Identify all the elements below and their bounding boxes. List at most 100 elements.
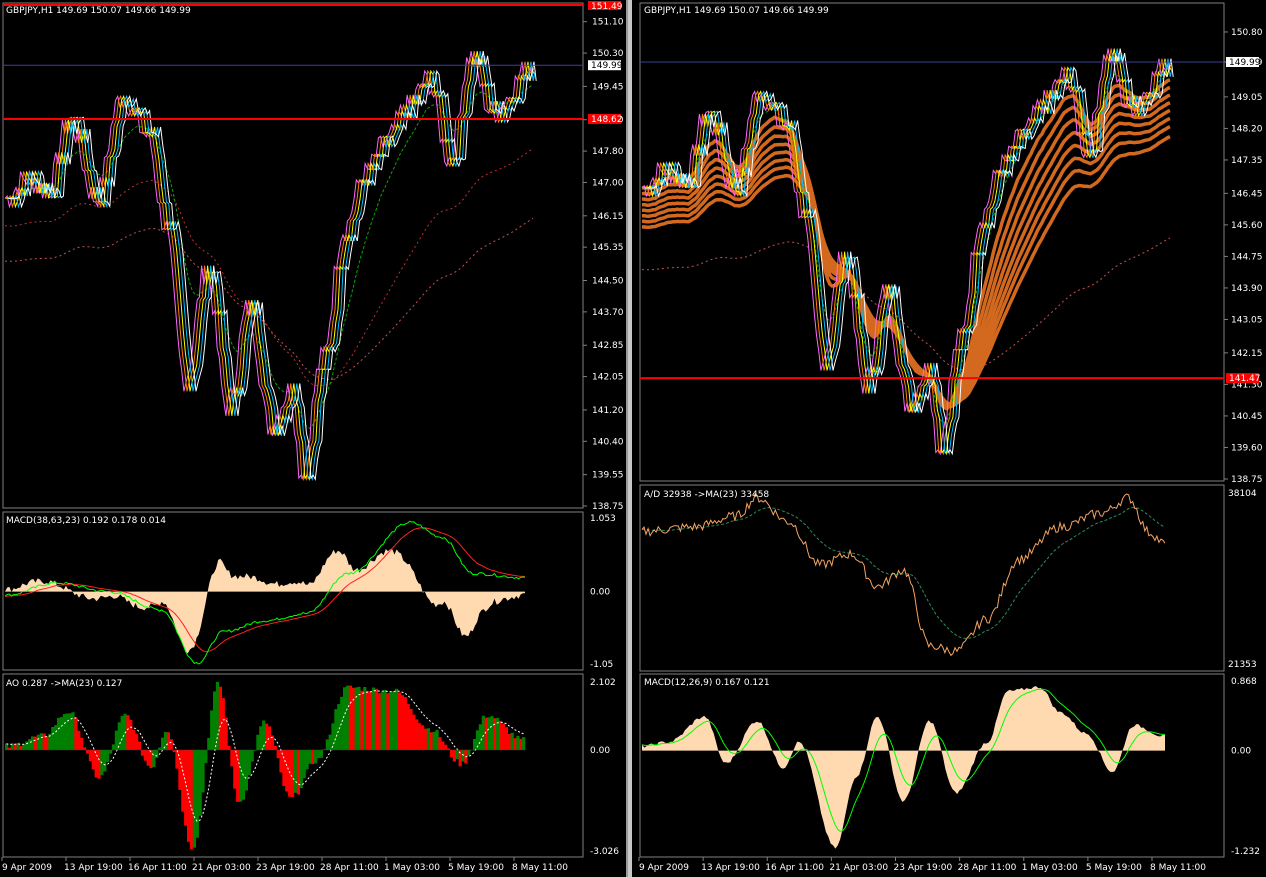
ao-bar (221, 698, 225, 750)
time-label: 16 Apr 11:00 (128, 863, 187, 873)
ao-bar (155, 750, 159, 758)
price-tick-label: 149.05 (1231, 93, 1263, 103)
ao-bar (308, 750, 312, 764)
right-ad-axis: 38104 21353 (1228, 489, 1257, 670)
time-label: 5 May 19:00 (1086, 863, 1142, 873)
ao-bar (120, 715, 124, 750)
right-macd-panel: MACD(12,26,9) 0.167 0.121 0.868 0.00 -1.23… (639, 673, 1260, 858)
ao-bar (143, 750, 147, 761)
ao-bar (317, 750, 321, 759)
time-label: 8 May 11:00 (1150, 863, 1206, 873)
right-macd-frame (639, 673, 1225, 858)
macd-tick-label: -1.05 (590, 660, 613, 670)
ao-bar (172, 750, 176, 752)
ao-bar (51, 727, 55, 750)
time-label: 1 May 03:00 (384, 863, 440, 873)
ad-tick-label: 38104 (1228, 489, 1257, 499)
ao-bar (461, 750, 465, 762)
ao-bar (412, 714, 416, 750)
time-label: 21 Apr 03:00 (829, 863, 888, 873)
ao-bar (438, 737, 442, 750)
price-tick-label: 150.30 (592, 49, 624, 59)
ao-bar (380, 692, 384, 750)
right-macd-plot (641, 686, 1166, 849)
ao-bar (181, 750, 185, 812)
ao-bar (187, 750, 191, 842)
price-tick-label: 148.20 (1231, 124, 1263, 134)
ao-bar (429, 732, 433, 750)
ao-bar (455, 750, 459, 760)
left-price-axis: 151.10150.30149.45148.60147.80147.00146.… (583, 1, 624, 512)
ao-bar (236, 750, 240, 802)
ao-bar (374, 688, 378, 750)
ao-bar (36, 734, 40, 750)
time-label: 8 May 11:00 (512, 863, 568, 873)
ao-bar (273, 746, 277, 750)
ao-tick-label: 0.00 (590, 746, 610, 756)
ao-bar (357, 686, 361, 750)
ao-bar (282, 750, 286, 786)
ao-bar (13, 744, 17, 750)
ao-bar (239, 750, 243, 802)
ao-bar (490, 716, 494, 750)
right-time-axis: 9 Apr 2009 13 Apr 19:00 16 Apr 11:00 21 Apr… (638, 857, 1206, 873)
price-line-2 (6, 51, 536, 481)
ao-bar (302, 750, 306, 779)
level-price-label: 148.62 (591, 115, 623, 125)
price-tick-label: 151.10 (592, 18, 624, 28)
ao-bar (85, 750, 90, 754)
ao-bar (487, 717, 491, 750)
ao-bar (88, 750, 92, 762)
price-tick-label: 146.15 (592, 212, 624, 222)
time-label: 28 Apr 11:00 (958, 863, 1017, 873)
slow-ma-line (4, 217, 534, 381)
ao-bar (5, 743, 9, 750)
ao-bar (71, 712, 75, 750)
left-ao-axis: 2.102 0.00 -3.026 (590, 678, 619, 857)
ao-bar (432, 731, 436, 750)
price-tick-label: 144.50 (592, 277, 624, 287)
ao-bar (106, 750, 110, 763)
price-tick-label: 138.75 (592, 502, 624, 512)
ao-bar (288, 750, 292, 797)
right-price-panel: GBPJPY,H1 149.69 150.07 149.66 149.99 15… (639, 2, 1263, 485)
ao-bar (331, 723, 335, 750)
price-tick-label: 145.60 (1231, 221, 1263, 231)
ao-bar (392, 691, 396, 750)
ao-bar (201, 750, 205, 793)
right-price-plot (640, 48, 1224, 456)
ao-bar (247, 750, 251, 776)
ao-bar (132, 729, 136, 750)
ao-bar (213, 691, 217, 750)
left-time-axis: 9 Apr 2009 13 Apr 19:00 16 Apr 11:00 21 Apr… (1, 857, 568, 873)
ao-bar (149, 750, 153, 769)
ao-bar (397, 692, 402, 750)
time-label: 1 May 03:00 (1022, 863, 1078, 873)
time-label: 9 Apr 2009 (2, 863, 52, 873)
left-macd-title: MACD(38,63,23) 0.192 0.178 0.014 (6, 516, 166, 526)
ao-bar (152, 750, 156, 768)
charts-canvas: GBPJPY,H1 149.69 150.07 149.66 149.99 15… (1, 1, 1263, 873)
price-tick-label: 143.05 (1231, 315, 1263, 325)
ao-bar (80, 737, 84, 750)
right-price-title: GBPJPY,H1 149.69 150.07 149.66 149.99 (644, 6, 829, 16)
ao-bar (256, 734, 260, 750)
time-label: 9 Apr 2009 (639, 863, 689, 873)
ao-bar (83, 747, 87, 750)
ao-bar (91, 750, 95, 770)
right-macd-axis: 0.868 0.00 -1.232 (1231, 677, 1260, 857)
price-tick-label: 139.55 (592, 471, 624, 481)
ao-bar (314, 750, 318, 764)
macd-tick-label: 0.00 (1231, 747, 1251, 757)
price-tick-label: 140.45 (1231, 412, 1263, 422)
current-price-label: 149.99 (591, 61, 623, 71)
ao-bar (371, 687, 376, 750)
price-tick-label: 142.05 (592, 373, 624, 383)
level-price-label: 141.47 (1229, 374, 1261, 384)
macd-histogram (642, 686, 1165, 849)
ao-bar (59, 717, 64, 750)
price-tick-label: 138.75 (1231, 475, 1263, 485)
ao-bar (328, 734, 332, 750)
price-tick-label: 145.35 (592, 243, 624, 253)
ao-bar (97, 750, 101, 779)
